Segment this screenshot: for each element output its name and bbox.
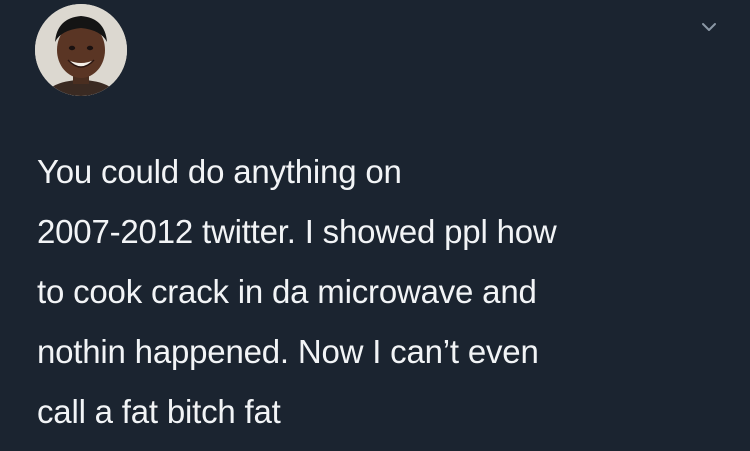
- tweet-text: You could do anything on 2007-2012 twitt…: [37, 153, 557, 430]
- avatar[interactable]: [35, 4, 127, 96]
- chevron-down-icon[interactable]: [698, 16, 720, 38]
- tweet-card: You could do anything on 2007-2012 twitt…: [0, 0, 750, 451]
- profile-photo: [35, 4, 127, 96]
